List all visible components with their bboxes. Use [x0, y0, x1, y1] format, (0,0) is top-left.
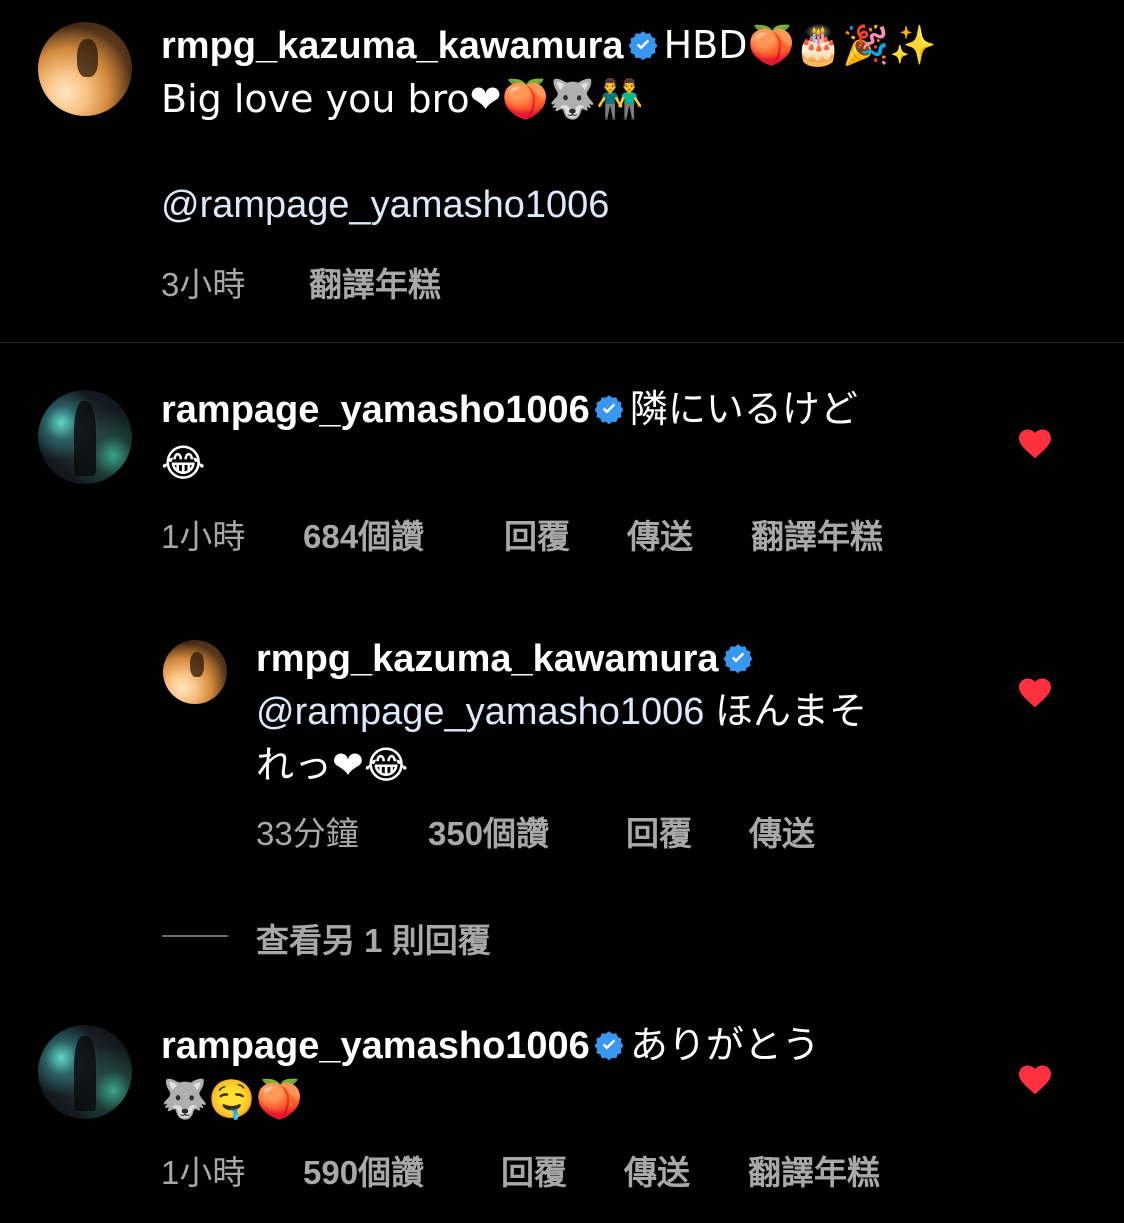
caption-text: rmpg_kazuma_kawamura HBD🍑🎂🎉✨ Big love you…: [161, 19, 1081, 232]
caption-mention[interactable]: @rampage_yamasho1006: [161, 179, 1081, 232]
comments-screen: rmpg_kazuma_kawamura HBD🍑🎂🎉✨ Big love you…: [0, 0, 1124, 1223]
comment-1-send-button[interactable]: 傳送: [627, 510, 693, 558]
reply-1-username[interactable]: rmpg_kazuma_kawamura: [256, 638, 719, 680]
verified-badge-icon: [594, 395, 624, 424]
verified-badge-icon: [628, 31, 658, 60]
comment-3-likes[interactable]: 590個讚: [303, 1146, 424, 1194]
comment-1-body-line2: 😂: [161, 441, 206, 485]
verified-badge-icon: [594, 1031, 624, 1060]
comment-3-text: rampage_yamasho1006 ありがとう 🐺🤤🍑: [161, 1020, 981, 1126]
like-heart-icon[interactable]: [1017, 676, 1053, 708]
comment-1-likes[interactable]: 684個讚: [303, 510, 424, 558]
reply-1-mention[interactable]: @rampage_yamasho1006: [256, 691, 704, 733]
comment-1-body: 隣にいるけど: [629, 389, 858, 431]
caption-line2: Big love you bro❤🍑🐺👬: [161, 77, 644, 121]
comment-3-time: 1小時: [161, 1154, 246, 1191]
reply-1-time: 33分鐘: [256, 815, 359, 852]
reply-1-send-button[interactable]: 傳送: [749, 807, 815, 855]
reply-1-reply-button[interactable]: 回覆: [626, 807, 692, 855]
caption-translate-button[interactable]: 翻譯年糕: [309, 258, 441, 306]
caption-line1: HBD🍑🎂🎉✨: [663, 23, 937, 67]
comment-3-body-line2: 🐺🤤🍑: [161, 1077, 303, 1121]
comment-1-reply-button[interactable]: 回覆: [504, 510, 570, 558]
comment-3-send-button[interactable]: 傳送: [624, 1146, 690, 1194]
reply-1-text: rmpg_kazuma_kawamura @rampage_yamasho100…: [256, 633, 976, 792]
avatar-yamasho[interactable]: [38, 390, 132, 484]
avatar-yamasho[interactable]: [38, 1025, 132, 1119]
caption-divider: [0, 342, 1124, 343]
comment-3-reply-button[interactable]: 回覆: [501, 1146, 567, 1194]
caption-username[interactable]: rmpg_kazuma_kawamura: [161, 25, 624, 67]
verified-badge-icon: [723, 644, 753, 673]
reply-1-likes[interactable]: 350個讚: [428, 807, 549, 855]
avatar-kazuma[interactable]: [38, 22, 132, 116]
reply-1-body-line2: れっ❤😂: [256, 743, 409, 787]
comment-1-text: rampage_yamasho1006 隣にいるけど 😂: [161, 384, 981, 490]
comment-1-time: 1小時: [161, 518, 246, 555]
like-heart-icon[interactable]: [1017, 427, 1053, 459]
view-more-replies-button[interactable]: 查看另 1 則回覆: [256, 914, 491, 962]
like-heart-icon[interactable]: [1017, 1063, 1053, 1095]
comment-3-body: ありがとう: [629, 1025, 820, 1067]
view-more-line: [162, 935, 228, 937]
comment-3-username[interactable]: rampage_yamasho1006: [161, 1025, 590, 1067]
comment-1-translate-button[interactable]: 翻譯年糕: [751, 510, 883, 558]
reply-1-body: ほんまそ: [704, 691, 867, 733]
comment-3-translate-button[interactable]: 翻譯年糕: [748, 1146, 880, 1194]
caption-time: 3小時: [161, 266, 246, 303]
comment-1-username[interactable]: rampage_yamasho1006: [161, 389, 590, 431]
avatar-kazuma-reply[interactable]: [163, 640, 227, 704]
